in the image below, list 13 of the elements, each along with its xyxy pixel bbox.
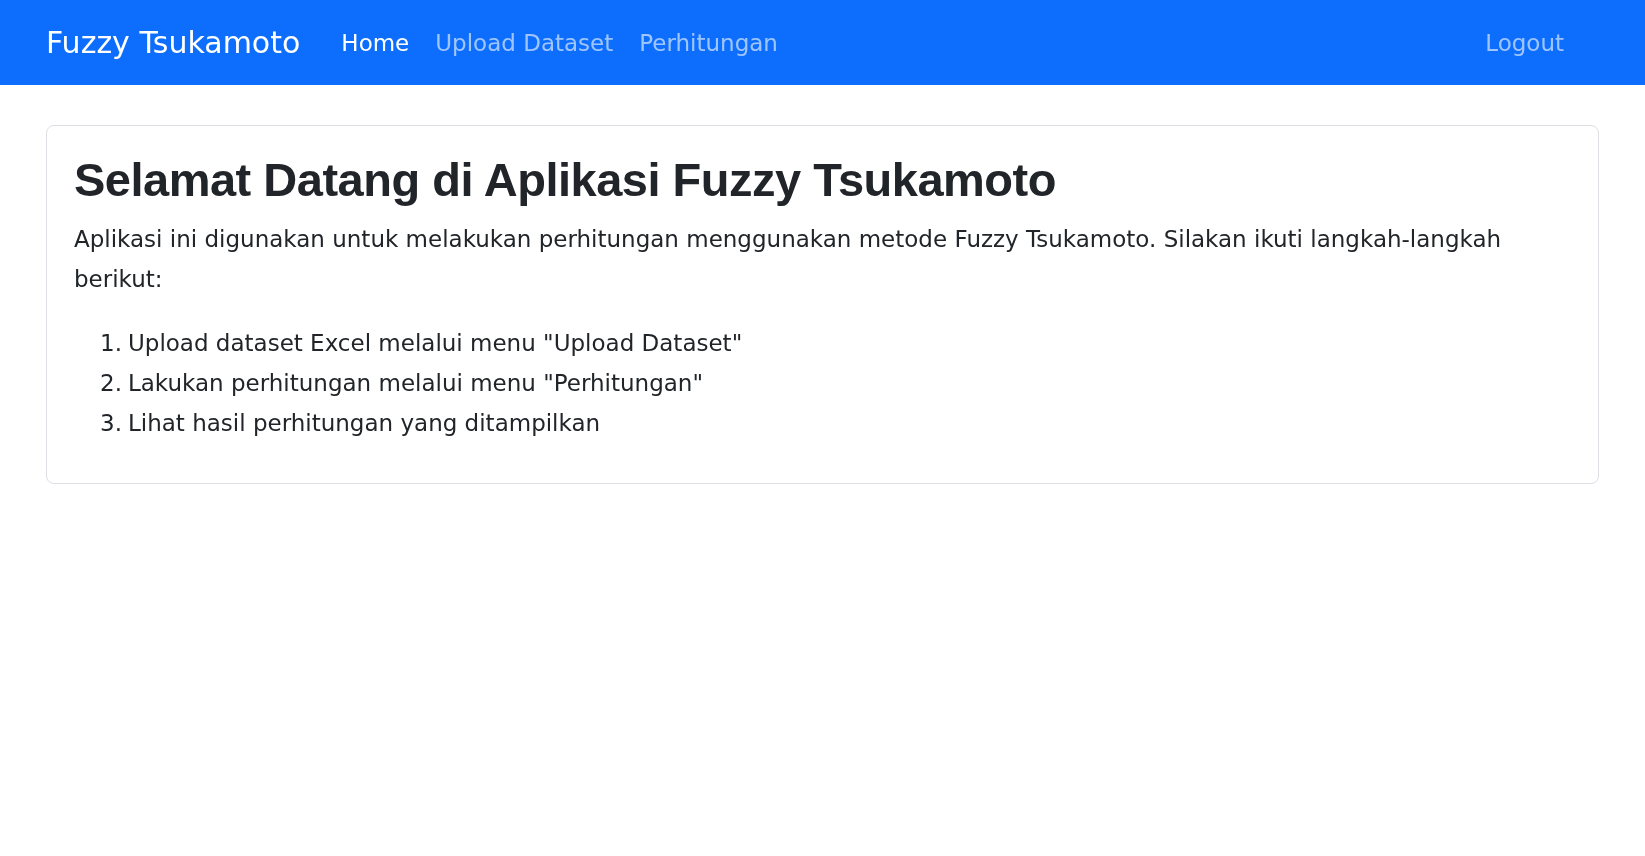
brand-link[interactable]: Fuzzy Tsukamoto xyxy=(46,25,301,60)
nav-link[interactable]: Upload Dataset xyxy=(422,29,627,56)
nav-link[interactable]: Perhitungan xyxy=(626,29,791,56)
step-text: Lakukan perhitungan melalui menu "Perhitungan" xyxy=(127,369,704,399)
page-heading: Selamat Datang di Aplikasi Fuzzy Tsukamoto xyxy=(74,152,1057,208)
nav-link[interactable]: Home xyxy=(328,29,423,56)
step-text: Upload dataset Excel melalui menu "Upload Dataset" xyxy=(127,329,743,359)
intro-text: Aplikasi ini digunakan untuk melakukan perhitungan menggunakan metode Fuzzy Tsukamoto. Silakan ikuti langkah-langkah berikut: xyxy=(74,225,1503,294)
logout-link[interactable]: Logout xyxy=(1472,29,1577,56)
step-number: 2. xyxy=(100,369,122,399)
step-number: 3. xyxy=(100,409,122,439)
step-text: Lihat hasil perhitungan yang ditampilkan xyxy=(127,409,601,439)
step-number: 1. xyxy=(100,329,122,359)
